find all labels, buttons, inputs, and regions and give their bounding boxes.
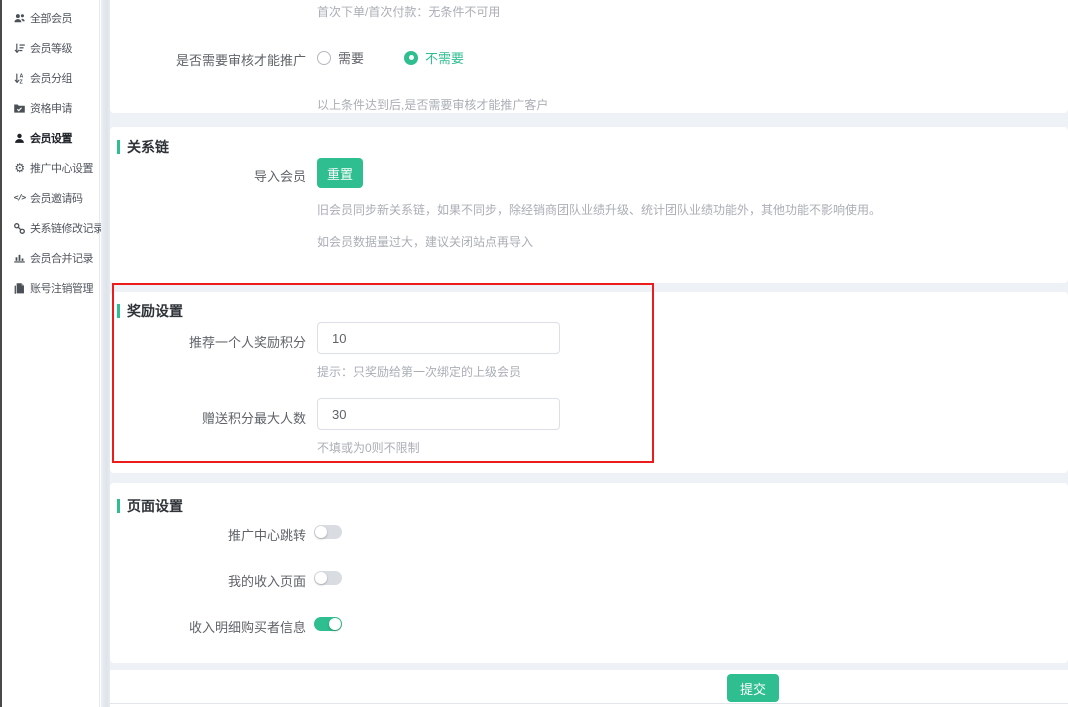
radio-need[interactable] — [317, 51, 331, 65]
relation-hint-1: 旧会员同步新关系链，如果不同步，除经销商团队业绩升级、统计团队业绩功能外，其他功… — [317, 201, 881, 218]
reward-points-hint: 提示：只奖励给第一次绑定的上级会员 — [317, 363, 521, 380]
sidebar-item-merge-log[interactable]: 会员合并记录 — [2, 243, 99, 273]
sort-level-icon — [13, 42, 26, 55]
qualification-folder-icon — [13, 102, 26, 115]
section-title: 关系链 — [127, 137, 169, 157]
member-icon — [13, 132, 26, 145]
toggle-knob — [315, 572, 327, 584]
sidebar-item-label: 关系链修改记录 — [30, 220, 104, 236]
section-reward-settings: 奖励设置 推荐一个人奖励积分 提示：只奖励给第一次绑定的上级会员 赠送积分最大人… — [110, 292, 1068, 473]
audit-radio-group: 需要 不需要 — [317, 48, 464, 67]
radio-dot — [409, 55, 414, 60]
sidebar-item-label: 推广中心设置 — [30, 160, 93, 176]
toggle-knob — [329, 618, 341, 630]
page-settings-header: 页面设置 — [117, 496, 183, 516]
sidebar-item-label: 会员设置 — [30, 130, 72, 146]
section-title: 奖励设置 — [127, 301, 183, 321]
section-accent-bar — [117, 140, 120, 154]
chain-link-icon — [13, 222, 26, 235]
max-people-hint: 不填或为0则不限制 — [317, 439, 420, 456]
radio-no-need[interactable] — [404, 51, 418, 65]
relation-hint-2: 如会员数据量过大，建议关闭站点再导入 — [317, 233, 533, 250]
footer-bar: 提交 — [110, 670, 1068, 707]
first-order-hint: 首次下单/首次付款：无条件不可用 — [317, 3, 500, 20]
sidebar-item-member-groups[interactable]: AZ 会员分组 — [2, 63, 99, 93]
svg-text:Z: Z — [20, 79, 24, 85]
audit-hint: 以上条件达到后,是否需要审核才能推广客户 — [317, 96, 548, 113]
section-title: 页面设置 — [127, 496, 183, 516]
sidebar-item-label: 会员合并记录 — [30, 250, 93, 266]
sidebar-item-label: 会员分组 — [30, 70, 72, 86]
sort-group-icon: AZ — [13, 72, 26, 85]
promo-jump-toggle[interactable] — [314, 525, 342, 539]
buyer-info-toggle[interactable] — [314, 617, 342, 631]
sidebar-item-all-members[interactable]: 全部会员 — [2, 3, 99, 33]
code-icon: </> — [13, 192, 26, 205]
document-icon — [13, 282, 26, 295]
reward-settings-header: 奖励设置 — [117, 301, 183, 321]
sidebar: 全部会员 会员等级 AZ 会员分组 资格申请 会员设置 ⚙ — [2, 0, 100, 707]
sidebar-item-account-cancel[interactable]: 账号注销管理 — [2, 273, 99, 303]
import-members-label: 导入会员 — [110, 166, 306, 185]
submit-button[interactable]: 提交 — [727, 674, 779, 702]
bar-chart-icon — [13, 252, 26, 265]
sidebar-item-member-levels[interactable]: 会员等级 — [2, 33, 99, 63]
content-area: 首次下单/首次付款：无条件不可用 是否需要审核才能推广 需要 不需要 以上条件达… — [110, 0, 1068, 707]
section-accent-bar — [117, 499, 120, 513]
relation-chain-header: 关系链 — [117, 137, 169, 157]
section-page-settings: 页面设置 推广中心跳转 我的收入页面 收入明细购买者信息 — [110, 483, 1068, 663]
radio-need-label[interactable]: 需要 — [338, 48, 364, 67]
sidebar-item-promotion-settings[interactable]: ⚙ 推广中心设置 — [2, 153, 99, 183]
sidebar-item-label: 会员邀请码 — [30, 190, 83, 206]
page: 全部会员 会员等级 AZ 会员分组 资格申请 会员设置 ⚙ — [0, 0, 1068, 707]
sidebar-item-member-settings[interactable]: 会员设置 — [2, 123, 99, 153]
my-income-toggle[interactable] — [314, 571, 342, 585]
sidebar-item-label: 资格申请 — [30, 100, 72, 116]
promo-jump-label: 推广中心跳转 — [110, 525, 306, 544]
max-people-label: 赠送积分最大人数 — [110, 408, 306, 427]
section-audit: 首次下单/首次付款：无条件不可用 是否需要审核才能推广 需要 不需要 以上条件达… — [110, 0, 1068, 113]
radio-no-need-label[interactable]: 不需要 — [425, 48, 464, 67]
reward-points-input[interactable] — [317, 322, 560, 354]
gear-icon: ⚙ — [13, 162, 26, 175]
sidebar-item-qualification[interactable]: 资格申请 — [2, 93, 99, 123]
sidebar-item-label: 会员等级 — [30, 40, 72, 56]
sidebar-item-label: 全部会员 — [30, 10, 72, 26]
section-relation-chain: 关系链 导入会员 重置 旧会员同步新关系链，如果不同步，除经销商团队业绩升级、统… — [110, 127, 1068, 283]
max-people-input[interactable] — [317, 398, 560, 430]
section-accent-bar — [117, 304, 120, 318]
reset-button[interactable]: 重置 — [317, 158, 363, 188]
footer-divider — [110, 703, 1068, 704]
buyer-info-label: 收入明细购买者信息 — [110, 617, 306, 636]
audit-label: 是否需要审核才能推广 — [110, 50, 306, 69]
sidebar-scrollbar[interactable] — [101, 0, 110, 707]
toggle-knob — [315, 526, 327, 538]
sidebar-item-invite-code[interactable]: </> 会员邀请码 — [2, 183, 99, 213]
my-income-label: 我的收入页面 — [110, 571, 306, 590]
sidebar-item-label: 账号注销管理 — [30, 280, 93, 296]
reward-points-label: 推荐一个人奖励积分 — [110, 332, 306, 351]
sidebar-item-relation-log[interactable]: 关系链修改记录 — [2, 213, 99, 243]
users-icon — [13, 12, 26, 25]
